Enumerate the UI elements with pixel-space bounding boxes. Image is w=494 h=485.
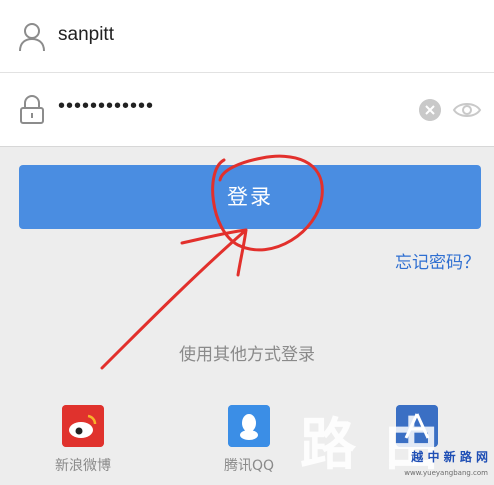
weibo-login[interactable]: 新浪微博	[48, 405, 118, 475]
username-row[interactable]: sanpitt	[0, 0, 494, 73]
qq-icon	[228, 405, 270, 447]
username-field[interactable]: sanpitt	[58, 24, 114, 46]
eye-icon[interactable]	[452, 99, 482, 121]
login-button[interactable]: 登录	[19, 165, 481, 229]
clear-x-icon[interactable]	[419, 99, 441, 121]
other-login-heading: 使用其他方式登录	[179, 345, 315, 365]
weibo-icon	[62, 405, 104, 447]
password-field[interactable]: ••••••••••••	[58, 95, 154, 118]
watermark-url: www.yueyangbang.com	[404, 469, 488, 477]
watermark-brand: 越 中 新 路 网	[411, 450, 488, 464]
forgot-password-link[interactable]: 忘记密码？	[395, 248, 480, 273]
qq-login[interactable]: 腾讯QQ	[214, 405, 284, 475]
weibo-label: 新浪微博	[55, 458, 111, 474]
qq-label: 腾讯QQ	[223, 458, 275, 474]
login-form-card: sanpitt ••••••••••••	[0, 0, 494, 147]
lock-icon	[20, 95, 44, 124]
user-icon	[19, 23, 45, 52]
password-row[interactable]: ••••••••••••	[0, 73, 494, 145]
